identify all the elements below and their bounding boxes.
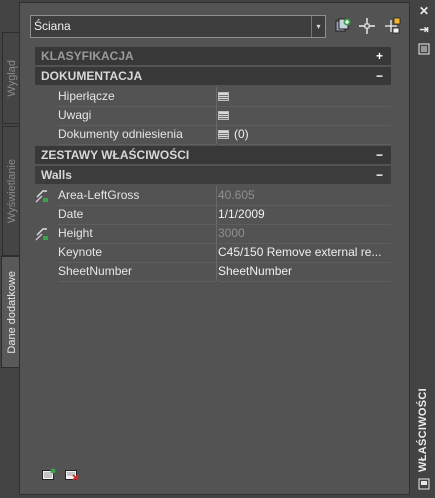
property-name: Area-LeftGross — [58, 186, 216, 206]
palette-title[interactable]: WŁAŚCIWOŚCI — [413, 387, 433, 473]
property-name: Hiperłącze — [58, 87, 216, 107]
tab-dane-dodatkowe[interactable]: Dane dodatkowe — [1, 256, 21, 368]
property-row-date[interactable]: Date 1/1/2009 — [35, 205, 391, 225]
collapse-icon[interactable]: − — [376, 146, 383, 164]
properties-menu-icon[interactable] — [418, 43, 430, 55]
property-name: Uwagi — [58, 106, 216, 126]
autohide-icon[interactable]: ⇥ — [418, 24, 430, 36]
property-name: SheetNumber — [58, 262, 216, 282]
document-list-icon[interactable] — [218, 92, 229, 101]
category-label: KLASYFIKACJA — [41, 49, 134, 63]
toggle-pickadd-icon[interactable] — [383, 17, 401, 35]
document-list-icon[interactable] — [218, 130, 229, 139]
object-type-value: Ściana — [34, 19, 71, 33]
category-label: DOKUMENTACJA — [41, 69, 143, 83]
remove-property-set-icon[interactable] — [65, 468, 79, 480]
property-row-keynote[interactable]: Keynote C45/150 Remove external re... — [35, 243, 391, 263]
tab-wyglad-label: Wygląd — [5, 59, 18, 97]
property-row-height[interactable]: Height 3000 — [35, 224, 391, 244]
object-type-select[interactable]: Ściana ▾ — [30, 15, 326, 38]
property-row-sheetnumber[interactable]: SheetNumber SheetNumber — [35, 262, 391, 282]
formula-property-icon — [35, 228, 48, 241]
property-value: 40.605 — [218, 186, 391, 206]
collapse-icon[interactable]: − — [376, 67, 383, 85]
close-icon[interactable]: ✕ — [418, 5, 430, 17]
chevron-down-icon[interactable]: ▾ — [311, 16, 325, 37]
property-row-uwagi[interactable]: Uwagi — [35, 106, 391, 126]
property-name: Date — [58, 205, 216, 225]
quick-select-icon[interactable] — [334, 17, 352, 35]
property-value[interactable] — [218, 87, 391, 107]
category-zestawy-wlasciwosci[interactable]: ZESTAWY WŁAŚCIWOŚCI − — [35, 146, 391, 164]
palette-settings-icon[interactable] — [418, 478, 430, 490]
property-row-area-leftgross[interactable]: Area-LeftGross 40.605 — [35, 186, 391, 206]
property-name: Dokumenty odniesienia — [58, 125, 216, 145]
select-objects-icon[interactable] — [358, 17, 376, 35]
attach-property-set-icon[interactable] — [42, 468, 56, 480]
property-row-dokumenty-odniesienia[interactable]: Dokumenty odniesienia (0) — [35, 125, 391, 145]
properties-palette: Wygląd Wyświetlanie Dane dodatkowe Ścian… — [0, 0, 435, 498]
property-value[interactable] — [218, 106, 391, 126]
tab-wyglad[interactable]: Wygląd — [2, 32, 20, 124]
tab-dane-dodatkowe-label: Dane dodatkowe — [5, 270, 18, 354]
category-dokumentacja[interactable]: DOKUMENTACJA − — [35, 67, 391, 85]
property-name: Height — [58, 224, 216, 244]
collapse-icon[interactable]: − — [376, 166, 383, 184]
property-name: Keynote — [58, 243, 216, 263]
property-value[interactable]: (0) — [218, 125, 391, 145]
property-value: 3000 — [218, 224, 391, 244]
property-value[interactable]: SheetNumber — [218, 262, 391, 282]
property-grid: KLASYFIKACJA + DOKUMENTACJA − Hiperłącze… — [35, 47, 391, 282]
document-list-icon[interactable] — [218, 111, 229, 120]
expand-icon[interactable]: + — [376, 47, 383, 65]
property-value[interactable]: C45/150 Remove external re... — [218, 243, 391, 263]
formula-property-icon — [35, 190, 48, 203]
palette-title-text: WŁAŚCIWOŚCI — [417, 388, 429, 472]
category-label: Walls — [41, 168, 72, 182]
category-label: ZESTAWY WŁAŚCIWOŚCI — [41, 148, 190, 162]
category-walls[interactable]: Walls − — [35, 166, 391, 184]
property-value[interactable]: 1/1/2009 — [218, 205, 391, 225]
category-klasyfikacja[interactable]: KLASYFIKACJA + — [35, 47, 391, 65]
property-row-hiperlacze[interactable]: Hiperłącze — [35, 87, 391, 107]
tab-wyswietlanie[interactable]: Wyświetlanie — [2, 126, 20, 256]
tab-wyswietlanie-label: Wyświetlanie — [5, 158, 18, 224]
